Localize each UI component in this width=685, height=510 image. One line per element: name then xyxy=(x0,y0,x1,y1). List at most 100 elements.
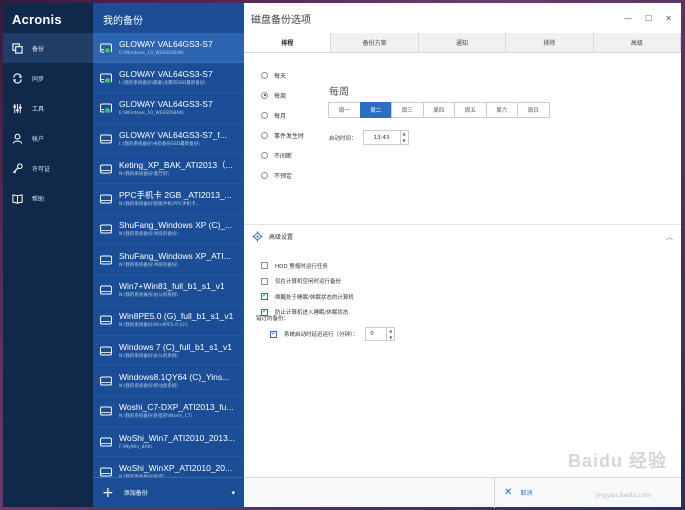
backup-name: Windows 7 (C)_full_b1_s1_v1 xyxy=(119,341,232,352)
backup-item[interactable]: Windows8.1QY64 (C)_Yins... N:\我的系统备份\移动盘系… xyxy=(93,366,244,397)
disk-icon xyxy=(100,285,112,295)
radio-button[interactable] xyxy=(261,131,268,139)
radio-button[interactable] xyxy=(261,111,268,119)
advanced-option[interactable]: 唤醒处于睡眠/休眠状态的计算机 xyxy=(261,289,354,305)
schedule-option[interactable]: 每天 xyxy=(261,65,304,85)
schedule-option[interactable]: 每周 xyxy=(261,85,304,105)
tab-0[interactable]: 排程 xyxy=(244,33,332,52)
nav-item-sync[interactable]: 同步 xyxy=(3,63,93,93)
start-time-input[interactable]: 13:43 ▲ ▼ xyxy=(362,130,409,145)
chevron-down-icon[interactable]: ▾ xyxy=(231,489,235,497)
backup-name: PPC手机卡 2GB _ATI2013_... xyxy=(119,190,232,201)
user-icon xyxy=(12,133,23,144)
backup-name: Woshi_C7-DXP_ATI2013_fu... xyxy=(119,402,234,413)
backup-name: Windows8.1QY64 (C)_Yins... xyxy=(119,371,230,382)
delay-spinner[interactable]: ▲ ▼ xyxy=(386,328,394,341)
nav-item-account[interactable]: 帐户 xyxy=(3,123,93,153)
backup-item[interactable]: Win7+Win81_full_b1_s1_v1 N:\我的系统备份\办公机系统\ xyxy=(93,275,244,306)
advanced-settings-title: 高级设置 xyxy=(269,234,294,241)
nav-item-label: 同步 xyxy=(32,75,45,83)
close-icon[interactable]: ✕ xyxy=(665,14,672,23)
backup-path: N:\我的系统备份\办公机系统\ xyxy=(119,353,178,359)
weekday-button[interactable]: 周四 xyxy=(422,102,455,118)
backup-path: E:\Windows_10_WSSSD\BAK\ xyxy=(119,50,184,56)
nav-item-backup[interactable]: 备份 xyxy=(3,33,93,63)
advanced-settings-toggle[interactable]: 高级设置 xyxy=(252,231,293,242)
disk-icon xyxy=(100,194,112,204)
schedule-option-label: 事件发生时 xyxy=(274,132,305,140)
backup-name: ShuFang_Windows XP_ATI... xyxy=(119,250,231,261)
backup-name: GLOWAY VAL64GS3-S7_f... xyxy=(119,129,227,140)
chevron-up-icon[interactable]: ︿ xyxy=(666,232,673,242)
backup-item[interactable]: PPC手机卡 2GB _ATI2013_... N:\我的系统备份\智能手机\PP… xyxy=(93,184,244,215)
weekday-button[interactable]: 周日 xyxy=(517,102,550,118)
status-ok-icon xyxy=(104,76,111,84)
backup-item[interactable]: GLOWAY VAL64GS3-S7 E:\Windows_10_WSSSD\BA… xyxy=(93,94,244,124)
advanced-option-label: HDD 警报时运行任务 xyxy=(275,263,328,270)
checkbox[interactable] xyxy=(261,262,268,270)
radio-button[interactable] xyxy=(261,171,268,179)
weekday-button[interactable]: 周一 xyxy=(328,102,361,118)
nav-item-tools[interactable]: 工具 xyxy=(3,93,93,123)
advanced-option-label: 唤醒处于睡眠/休眠状态的计算机 xyxy=(275,294,354,301)
backup-item[interactable]: WoShi_Win7_ATI2010_2013... F:\MyWin_BAK\ xyxy=(93,427,244,458)
nav-item-help[interactable]: 帮助 xyxy=(3,183,93,213)
key-icon xyxy=(12,162,23,173)
backup-item[interactable]: ShuFang_Windows XP (C)_... N:\我的系统备份\书房的备… xyxy=(93,215,244,246)
startup-delay-checkbox[interactable] xyxy=(270,329,277,338)
schedule-option[interactable]: 不间断 xyxy=(261,145,304,165)
startup-delay-label: 系统启动时延迟运行（分钟）： xyxy=(284,332,359,338)
advanced-option[interactable]: HDD 警报时运行任务 xyxy=(261,258,354,274)
backup-item[interactable]: GLOWAY VAL64GS3-S7 L:\我的系统备份\最备\龙鹰的SSD最新备… xyxy=(93,63,244,94)
disk-icon xyxy=(100,134,112,144)
tab-1[interactable]: 备份方案 xyxy=(331,33,419,52)
tab-4[interactable]: 高级 xyxy=(593,33,682,52)
minimize-icon[interactable]: — xyxy=(624,14,632,23)
schedule-option[interactable]: 事件发生时 xyxy=(261,125,304,145)
weekday-button[interactable]: 周六 xyxy=(485,102,518,118)
window-controls: — ☐ ✕ xyxy=(624,14,681,23)
backup-path: N:\我的系统备份\办公机系统\ xyxy=(119,293,178,299)
add-backup-button[interactable]: + 添加备份 ▾ xyxy=(93,477,244,507)
schedule-option[interactable]: 每月 xyxy=(261,105,304,125)
checkbox[interactable] xyxy=(261,291,268,301)
weekday-button[interactable]: 周五 xyxy=(454,102,487,118)
tab-3[interactable]: 排除 xyxy=(506,33,594,52)
schedule-type-list: 每天 每周 每月事件发生时不间断 不预定 xyxy=(261,65,304,185)
startup-delay-input[interactable]: 0 ▲ ▼ xyxy=(365,327,396,341)
backup-item[interactable]: WoShi_WinXP_ATI2010_20...N:\我的系统备份\卧室\ xyxy=(93,457,244,477)
backup-item[interactable]: Win8PE5.0 (G)_full_b1_s1_v1 N:\我的系统备份\Win… xyxy=(93,306,244,336)
backup-item[interactable]: Windows 7 (C)_full_b1_s1_v1 N:\我的系统备份\办公机… xyxy=(93,336,244,367)
checkbox[interactable] xyxy=(261,277,268,285)
backup-item[interactable]: GLOWAY VAL64GS3-S7 E:\Windows_10_WSSSD\BA… xyxy=(93,33,244,64)
backup-name: Keting_XP_BAK_ATI2013（... xyxy=(119,159,233,170)
backup-item[interactable]: GLOWAY VAL64GS3-S7_f... L:\我的系统备份\书房备份SSD… xyxy=(93,124,244,155)
radio-button[interactable] xyxy=(261,71,268,79)
cancel-button[interactable]: ✕ 取消 xyxy=(504,487,532,498)
backup-path: L:\我的系统备份\最备\龙鹰的SSD最新备份\ xyxy=(119,80,206,86)
backup-item[interactable]: Woshi_C7-DXP_ATI2013_fu... N:\我的系统备份\卧室的\… xyxy=(93,397,244,427)
backup-path: N:\我的系统备份\客厅的\ xyxy=(119,171,169,177)
book-icon xyxy=(12,193,23,204)
maximize-icon[interactable]: ☐ xyxy=(645,14,652,23)
startup-delay-value: 0 xyxy=(370,331,374,337)
advanced-option[interactable]: 仅在计算机空闲时运行备份 xyxy=(261,274,354,290)
backup-item[interactable]: ShuFang_Windows XP_ATI... N:\我的系统备份\书房的备份… xyxy=(93,245,244,276)
weekday-button[interactable]: 周三 xyxy=(391,102,424,118)
sync-icon xyxy=(13,72,22,84)
nav-item-license[interactable]: 许可证 xyxy=(3,153,93,183)
backup-item[interactable]: Keting_XP_BAK_ATI2013（... N:\我的系统备份\客厅的\ xyxy=(93,154,244,185)
disk-icon xyxy=(100,164,112,174)
time-spinner[interactable]: ▲ ▼ xyxy=(399,131,408,144)
weekday-selector: 周一 周二 周三 周四 周五 周六 周日 xyxy=(328,102,550,118)
backup-path: E:\Windows_10_WSSSD\BAK\ xyxy=(119,111,184,117)
schedule-option[interactable]: 不预定 xyxy=(261,165,304,185)
radio-button[interactable] xyxy=(261,151,268,159)
disk-icon xyxy=(100,406,112,416)
tab-2[interactable]: 通知 xyxy=(418,33,507,52)
backup-name: Win8PE5.0 (G)_full_b1_s1_v1 xyxy=(119,311,234,322)
weekday-button[interactable]: 周二 xyxy=(359,102,392,118)
backup-path: N:\我的系统备份\智能手机\PPC手机卡... xyxy=(119,202,200,208)
radio-button[interactable] xyxy=(261,91,268,99)
close-icon: ✕ xyxy=(504,487,513,498)
